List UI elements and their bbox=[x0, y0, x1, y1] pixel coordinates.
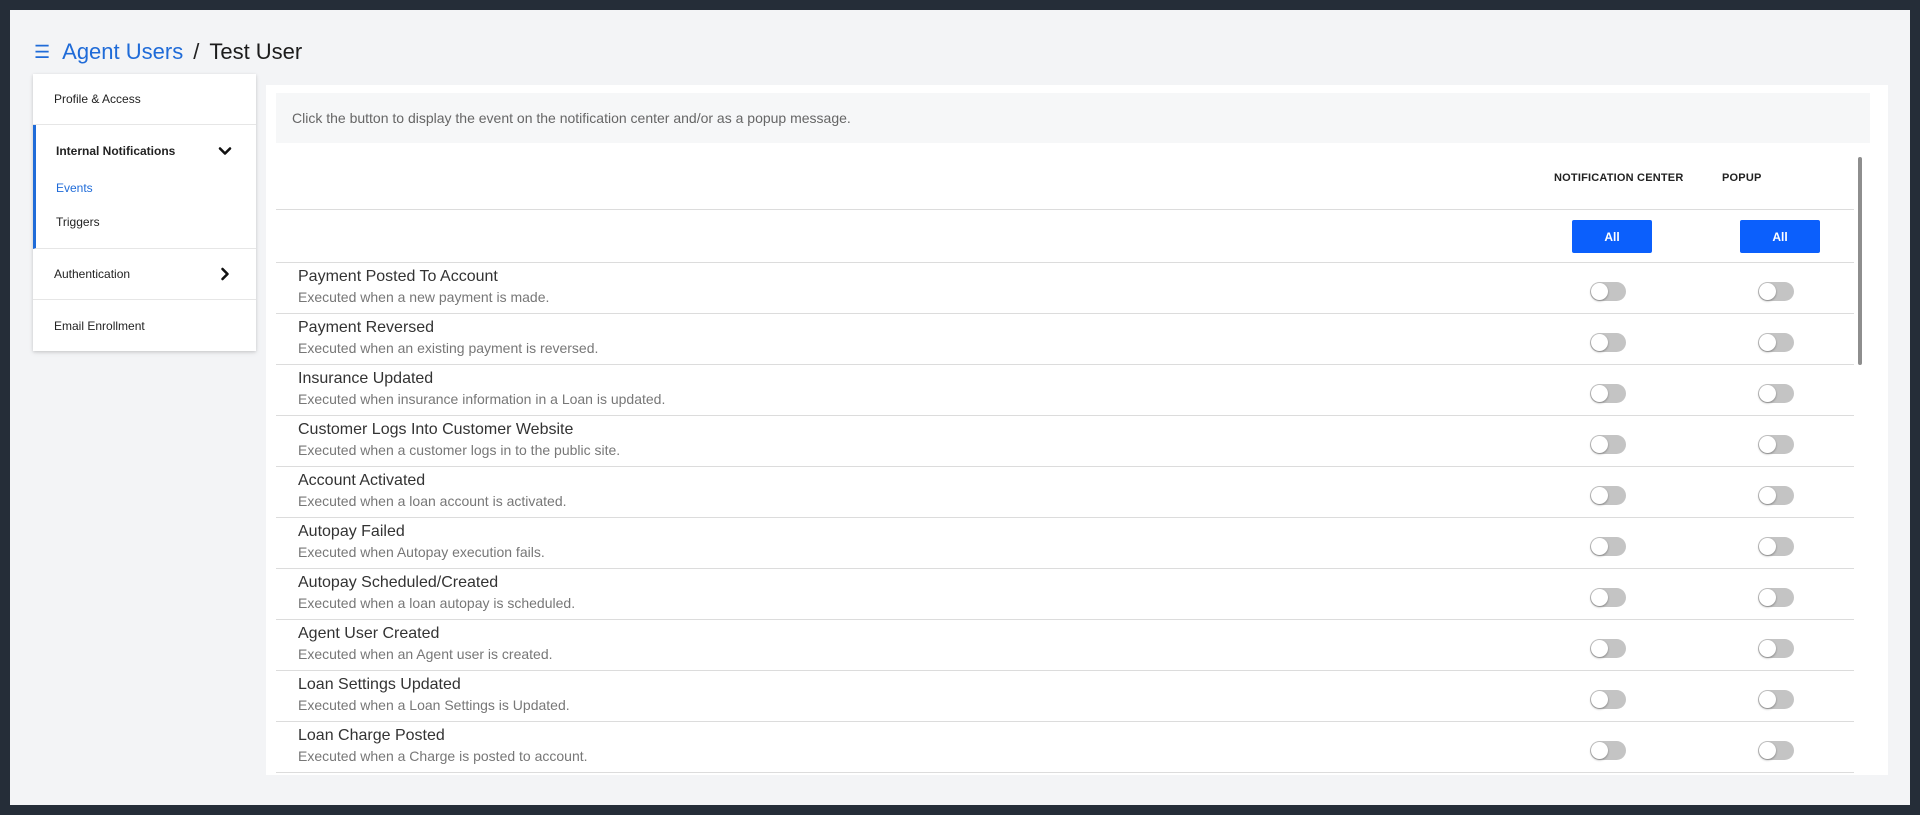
sidebar-item-authentication[interactable]: Authentication bbox=[33, 249, 256, 300]
sidebar-item-label: Email Enrollment bbox=[54, 318, 145, 333]
event-description: Executed when insurance information in a… bbox=[298, 391, 666, 407]
settings-sidebar: Profile & Access Internal Notifications … bbox=[33, 74, 256, 351]
table-row: Autopay Scheduled/Created Executed when a… bbox=[276, 569, 1854, 620]
event-title: Account Activated bbox=[298, 472, 426, 489]
sidebar-item-label: Profile & Access bbox=[54, 92, 141, 106]
table-row: Loan Settings Updated Executed when a Loa… bbox=[276, 671, 1854, 722]
sidebar-item-label: Authentication bbox=[54, 267, 131, 281]
sidebar-subitem-label: Events bbox=[56, 181, 93, 195]
sidebar-submenu: Events Triggers bbox=[36, 171, 256, 248]
breadcrumb-separator: / bbox=[193, 39, 200, 64]
notification-center-toggle[interactable] bbox=[1590, 282, 1626, 301]
sidebar-subitem-triggers[interactable]: Triggers bbox=[36, 205, 256, 239]
event-description: Executed when a Loan Settings is Updated… bbox=[298, 697, 570, 713]
breadcrumb: ☰ Agent Users / Test User bbox=[34, 32, 302, 72]
page-title: Test User bbox=[209, 39, 303, 64]
notification-center-toggle[interactable] bbox=[1590, 333, 1626, 352]
column-header-popup: POPUP bbox=[1722, 172, 1762, 184]
sidebar-item-email-enrollment[interactable]: Email Enrollment bbox=[33, 300, 256, 351]
scrollbar[interactable] bbox=[1858, 157, 1862, 365]
info-banner: Click the button to display the event on… bbox=[276, 93, 1870, 143]
event-description: Executed when an existing payment is rev… bbox=[298, 340, 599, 356]
notification-center-toggle[interactable] bbox=[1590, 486, 1626, 505]
column-header-notification-center: NOTIFICATION CENTER bbox=[1554, 172, 1684, 184]
event-description: Executed when a Charge is posted to acco… bbox=[298, 748, 588, 764]
event-title: Agent User Created bbox=[298, 625, 440, 642]
table-row: Autopay Failed Executed when Autopay exec… bbox=[276, 518, 1854, 569]
events-panel: Click the button to display the event on… bbox=[266, 85, 1888, 775]
notification-center-toggle[interactable] bbox=[1590, 435, 1626, 454]
events-table: NOTIFICATION CENTER POPUP All All Paymen… bbox=[276, 153, 1854, 773]
sidebar-item-internal-notifications[interactable]: Internal Notifications bbox=[36, 125, 256, 176]
info-text: Click the button to display the event on… bbox=[292, 110, 851, 126]
event-description: Executed when an Agent user is created. bbox=[298, 646, 553, 662]
sidebar-subitem-label: Triggers bbox=[56, 215, 100, 229]
event-list: Payment Posted To Account Executed when a… bbox=[276, 263, 1854, 773]
popup-toggle[interactable] bbox=[1758, 741, 1794, 760]
table-row: Loan Charge Posted Executed when a Charge… bbox=[276, 722, 1854, 773]
event-title: Customer Logs Into Customer Website bbox=[298, 421, 574, 438]
table-row: Account Activated Executed when a loan ac… bbox=[276, 467, 1854, 518]
table-row: Payment Posted To Account Executed when a… bbox=[276, 263, 1854, 314]
table-row: Insurance Updated Executed when insurance… bbox=[276, 365, 1854, 416]
app-window: ☰ Agent Users / Test User Profile & Acce… bbox=[10, 10, 1910, 805]
notification-center-all-button[interactable]: All bbox=[1572, 220, 1652, 253]
hamburger-menu-icon[interactable]: ☰ bbox=[34, 42, 50, 63]
table-row: Payment Reversed Executed when an existin… bbox=[276, 314, 1854, 365]
popup-toggle[interactable] bbox=[1758, 537, 1794, 556]
popup-toggle[interactable] bbox=[1758, 486, 1794, 505]
event-title: Autopay Failed bbox=[298, 523, 405, 540]
notification-center-toggle[interactable] bbox=[1590, 690, 1626, 709]
chevron-right-icon bbox=[221, 267, 229, 281]
popup-toggle[interactable] bbox=[1758, 588, 1794, 607]
select-all-row: All All bbox=[276, 210, 1854, 263]
event-description: Executed when a loan account is activate… bbox=[298, 493, 567, 509]
popup-all-button[interactable]: All bbox=[1740, 220, 1820, 253]
notification-center-toggle[interactable] bbox=[1590, 741, 1626, 760]
event-description: Executed when a new payment is made. bbox=[298, 289, 550, 305]
popup-toggle[interactable] bbox=[1758, 282, 1794, 301]
popup-toggle[interactable] bbox=[1758, 690, 1794, 709]
event-title: Autopay Scheduled/Created bbox=[298, 574, 499, 591]
sidebar-subitem-events[interactable]: Events bbox=[36, 171, 256, 205]
breadcrumb-agent-users-link[interactable]: Agent Users bbox=[62, 39, 183, 65]
sidebar-group-internal-notifications: Internal Notifications Events Triggers bbox=[33, 125, 256, 249]
notification-center-toggle[interactable] bbox=[1590, 588, 1626, 607]
table-header-row: NOTIFICATION CENTER POPUP bbox=[276, 153, 1854, 210]
chevron-down-icon bbox=[218, 146, 232, 155]
event-description: Executed when a loan autopay is schedule… bbox=[298, 595, 576, 611]
event-title: Loan Settings Updated bbox=[298, 676, 461, 693]
event-title: Payment Posted To Account bbox=[298, 268, 498, 285]
table-row: Agent User Created Executed when an Agent… bbox=[276, 620, 1854, 671]
sidebar-item-label: Internal Notifications bbox=[56, 143, 176, 158]
event-title: Insurance Updated bbox=[298, 370, 434, 387]
popup-toggle[interactable] bbox=[1758, 384, 1794, 403]
notification-center-toggle[interactable] bbox=[1590, 384, 1626, 403]
popup-toggle[interactable] bbox=[1758, 435, 1794, 454]
event-title: Payment Reversed bbox=[298, 319, 435, 336]
notification-center-toggle[interactable] bbox=[1590, 639, 1626, 658]
event-title: Loan Charge Posted bbox=[298, 727, 445, 744]
notification-center-toggle[interactable] bbox=[1590, 537, 1626, 556]
sidebar-item-profile-access[interactable]: Profile & Access bbox=[33, 74, 256, 125]
event-description: Executed when a customer logs in to the … bbox=[298, 442, 621, 458]
event-description: Executed when Autopay execution fails. bbox=[298, 544, 545, 560]
popup-toggle[interactable] bbox=[1758, 333, 1794, 352]
popup-toggle[interactable] bbox=[1758, 639, 1794, 658]
table-row: Customer Logs Into Customer Website Execu… bbox=[276, 416, 1854, 467]
